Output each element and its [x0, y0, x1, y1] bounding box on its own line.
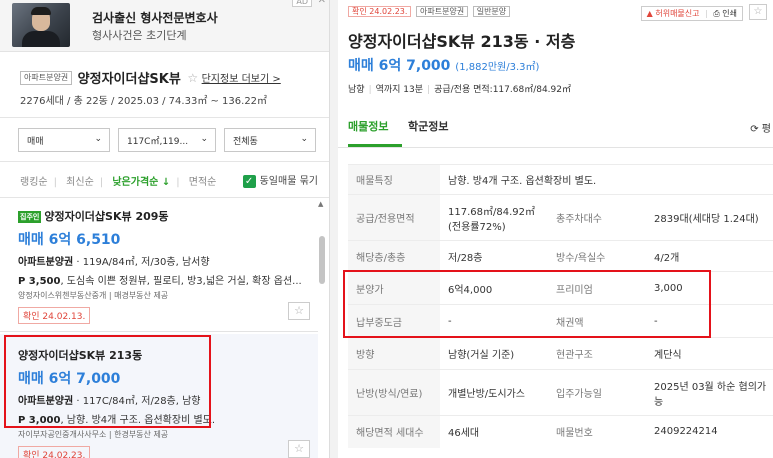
listing-agent: 양정자이스위첸부동산중개 | 매경부동산 제공 — [18, 291, 169, 300]
table-row: 해당층/총층 저/28층 방수/욕실수 4/2개 — [348, 240, 773, 272]
complex-more-link[interactable]: 단지정보 더보기 > — [202, 74, 281, 85]
chevron-down-icon: ⌄ — [300, 134, 308, 144]
confirm-date-badge: 확인 24.02.13. — [18, 307, 91, 324]
same-listing-label: 동일매물 묶기 — [259, 176, 318, 187]
complex-header: 아파트분양권 양정자이더샵SK뷰 ☆ 단지정보 더보기 > 2276세대 / 총… — [0, 52, 329, 118]
detail-panel: 확인 24.02.23. 아파트분양권 일반분양 ▲ 허위매물신고 | ⎙ 인쇄… — [338, 0, 773, 458]
tab-school-info[interactable]: 학군정보 — [408, 118, 448, 134]
close-icon[interactable]: ✕ — [318, 0, 326, 6]
confirm-date-badge: 확인 24.02.23. — [18, 446, 91, 458]
listing-spec: 아파트분양권 · 119A/84㎡, 저/30층, 남서향 — [18, 257, 210, 268]
scroll-up-icon[interactable]: ▲ — [318, 200, 323, 208]
highlight-box — [4, 335, 211, 428]
favorite-star-icon[interactable]: ☆ — [749, 4, 767, 20]
chevron-down-icon: ⌄ — [200, 134, 208, 144]
detail-tags: 확인 24.02.23. 아파트분양권 일반분양 — [348, 6, 512, 17]
list-item[interactable]: 집주인 양정자이더샵SK뷰 209동 매매 6억 6,510 아파트분양권 · 1… — [0, 198, 318, 332]
listing-panel: 검사출신 형사전문변호사 형사사건은 초기단계 AD ✕ 아파트분양권 양정자이… — [0, 0, 330, 458]
sort-ranking[interactable]: 랭킹순 — [20, 177, 48, 188]
panel-divider — [330, 0, 338, 458]
trade-type-select[interactable]: 매매 ⌄ — [18, 128, 110, 152]
ad-badge: AD — [292, 0, 312, 7]
ad-title: 검사출신 형사전문변호사 — [92, 11, 218, 25]
type-tag: 아파트분양권 — [415, 6, 469, 17]
tab-listing-info[interactable]: 매물정보 — [348, 118, 388, 134]
same-listing-checkbox[interactable]: ✓ 동일매물 묶기 — [242, 172, 318, 188]
sort-low-price[interactable]: 낮은가격순 ↓ — [112, 177, 170, 188]
active-tab-indicator — [348, 144, 402, 147]
table-row: 난방(방식/연료) 개별난방/도시가스 입주가능일 2025년 03월 하순 협… — [348, 369, 773, 416]
listing-agent: 자이부자공인중개사사무소 | 한경부동산 제공 — [18, 430, 169, 439]
complex-name: 양정자이더샵SK뷰 — [77, 72, 181, 87]
print-button[interactable]: ⎙ 인쇄 — [713, 9, 737, 18]
star-icon[interactable]: ☆ — [187, 71, 198, 85]
table-row: 매물특징 남향. 방4개 구조. 옵션확장비 별도. — [348, 164, 773, 195]
filter-bar: 매매 ⌄ 117C㎡,119... ⌄ 전체동 ⌄ — [0, 118, 329, 162]
sort-bar: 랭킹순 | 최신순 | 낮은가격순 ↓ | 면적순 ✓ 동일매물 묶기 — [0, 162, 329, 198]
detail-actions: ▲ 허위매물신고 | ⎙ 인쇄 — [640, 6, 743, 21]
dong-value: 전체동 — [233, 137, 258, 147]
scroll-thumb[interactable] — [319, 236, 325, 284]
sort-latest[interactable]: 최신순 — [66, 177, 94, 188]
detail-tabs: 매물정보 학군정보 ⟳ 평 — [338, 104, 773, 148]
highlight-box — [343, 270, 711, 338]
detail-price: 매매 6억 7,000 (1,882만원/3.3㎡) — [348, 58, 540, 74]
table-row: 방향 남향(거실 기준) 현관구조 계단식 — [348, 337, 773, 370]
unit-toggle-button[interactable]: ⟳ 평 — [750, 120, 771, 135]
sort-area[interactable]: 면적순 — [189, 177, 217, 188]
complex-type-tag: 아파트분양권 — [20, 70, 73, 85]
chevron-down-icon: ⌄ — [94, 134, 102, 144]
favorite-star-icon[interactable]: ☆ — [288, 440, 310, 458]
listing-desc: P 3,500, 도심속 이쁜 정원뷰, 필로티, 방3,넓은 거실, 확장 옵… — [18, 276, 302, 287]
area-value: 117C㎡,119... — [127, 137, 189, 147]
detail-summary: 남향 | 역까지 13분 | 공급/전용 면적:117.68㎡/84.92㎡ — [348, 85, 571, 95]
lawyer-photo — [12, 3, 70, 47]
sale-type-tag: 일반분양 — [472, 6, 511, 17]
complex-stats: 2276세대 / 총 22동 / 2025.03 / 74.33㎡ ~ 136.… — [20, 96, 268, 107]
ad-subtitle: 형사사건은 초기단계 — [92, 29, 187, 42]
listing-title: 양정자이더샵SK뷰 209동 — [44, 210, 169, 223]
favorite-star-icon[interactable]: ☆ — [288, 302, 310, 320]
list-scrollbar[interactable]: ▲ — [318, 198, 326, 458]
table-row: 공급/전용면적 117.68㎡/84.92㎡(전용률72%) 총주차대수 283… — [348, 194, 773, 241]
confirm-date-badge: 확인 24.02.23. — [348, 6, 412, 17]
trade-type-value: 매매 — [27, 137, 44, 147]
price-per-area: (1,882만원/3.3㎡) — [455, 62, 540, 73]
ad-banner[interactable]: 검사출신 형사전문변호사 형사사건은 초기단계 AD ✕ — [0, 0, 329, 52]
detail-title: 양정자이더샵SK뷰 213동 · 저층 — [348, 32, 576, 51]
checkmark-icon: ✓ — [242, 174, 256, 188]
dong-select[interactable]: 전체동 ⌄ — [224, 128, 316, 152]
report-button[interactable]: ▲ 허위매물신고 — [647, 9, 700, 18]
owner-tag: 집주인 — [18, 211, 42, 223]
listing-price: 매매 6억 6,510 — [18, 232, 121, 248]
table-row: 해당면적 세대수 46세대 매물번호 2409224214 — [348, 415, 773, 448]
listing-title-row: 집주인 양정자이더샵SK뷰 209동 — [18, 208, 318, 224]
area-select[interactable]: 117C㎡,119... ⌄ — [118, 128, 216, 152]
